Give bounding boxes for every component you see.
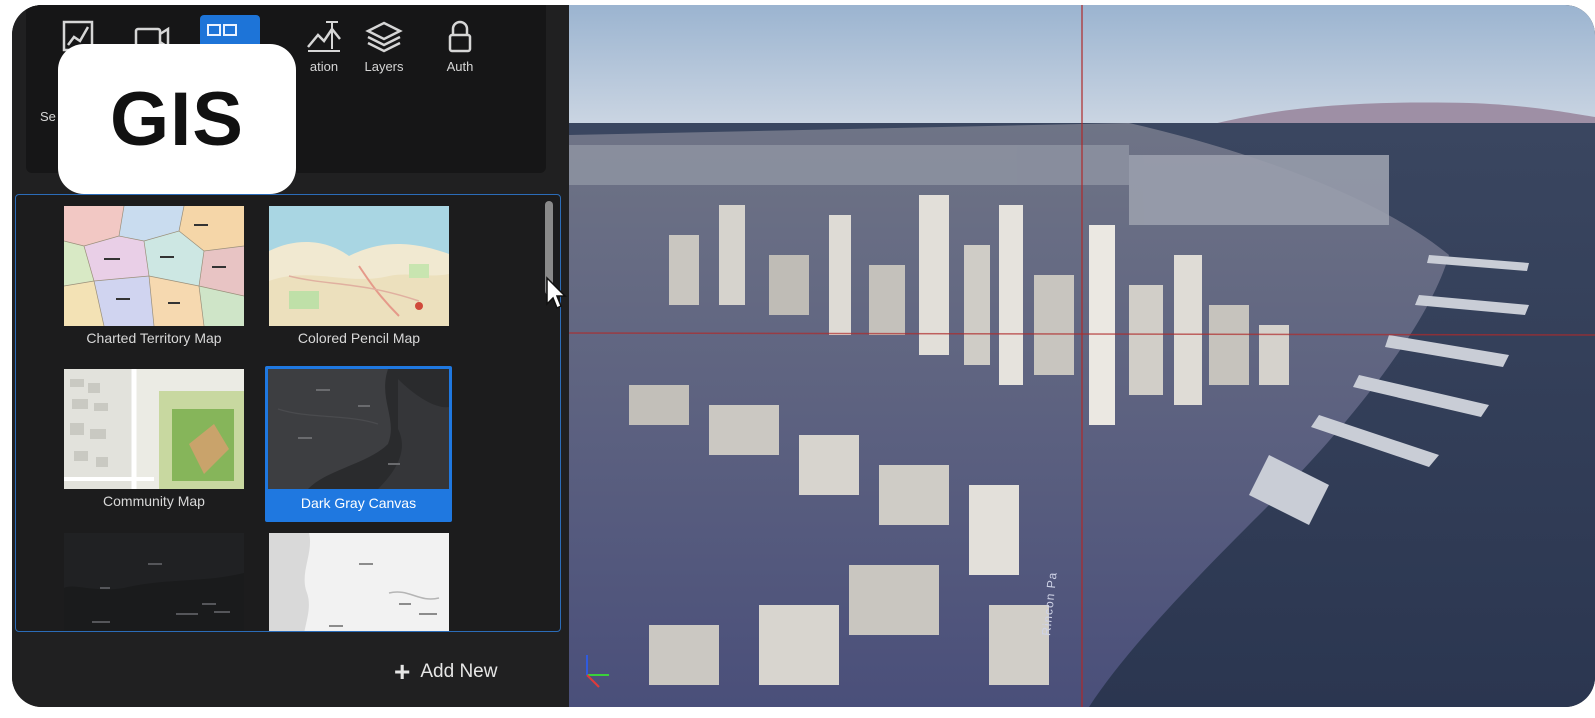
basemap-gallery: Charted Territory Map Colored Pencil Map…: [15, 194, 561, 632]
add-new-button[interactable]: + Add New: [394, 656, 498, 687]
auth-tool[interactable]: Auth: [428, 19, 492, 89]
basemap-card[interactable]: [62, 531, 246, 631]
basemap-thumbnail: [64, 206, 244, 326]
basemap-thumbnail: [268, 369, 449, 489]
3d-viewport[interactable]: Rincon Pa: [569, 5, 1595, 707]
gis-badge: GIS: [58, 44, 296, 194]
basemap-card[interactable]: Colored Pencil Map: [267, 204, 451, 358]
layers-tool[interactable]: Layers: [352, 19, 416, 89]
basemap-thumbnail: [64, 369, 244, 489]
basemap-card[interactable]: Dark Gray Canvas: [265, 366, 452, 522]
basemap-card-label: Charted Territory Map: [86, 330, 222, 346]
app-window: ation Layers Auth Se GIS Charted Territo…: [12, 5, 1595, 707]
tool-label: Auth: [446, 59, 474, 74]
basemap-card-label: Dark Gray Canvas: [300, 495, 417, 511]
basemap-thumbnail: [269, 533, 449, 631]
plus-icon: +: [394, 656, 411, 687]
basemap-thumbnail: [269, 206, 449, 326]
basemap-card-label: Community Map: [103, 493, 205, 509]
tool-label: ation: [309, 59, 339, 74]
basemap-card[interactable]: Community Map: [62, 367, 246, 521]
lock-icon: [448, 20, 472, 53]
elevation-tool[interactable]: ation: [292, 19, 356, 89]
add-new-label: Add New: [420, 661, 498, 682]
basemap-panel: ation Layers Auth Se GIS Charted Territo…: [12, 5, 569, 707]
tool-label: Layers: [364, 59, 404, 74]
basemap-card[interactable]: [267, 531, 451, 631]
basemap-card[interactable]: Charted Territory Map: [62, 204, 246, 358]
layers-icon: [365, 21, 403, 53]
basemap-card-label: Colored Pencil Map: [297, 330, 421, 346]
mouse-cursor-icon: [546, 276, 567, 310]
gis-badge-label: GIS: [110, 76, 244, 162]
basemap-thumbnail: [64, 533, 244, 631]
elevation-icon: [307, 21, 341, 52]
city-scene: [569, 5, 1595, 707]
